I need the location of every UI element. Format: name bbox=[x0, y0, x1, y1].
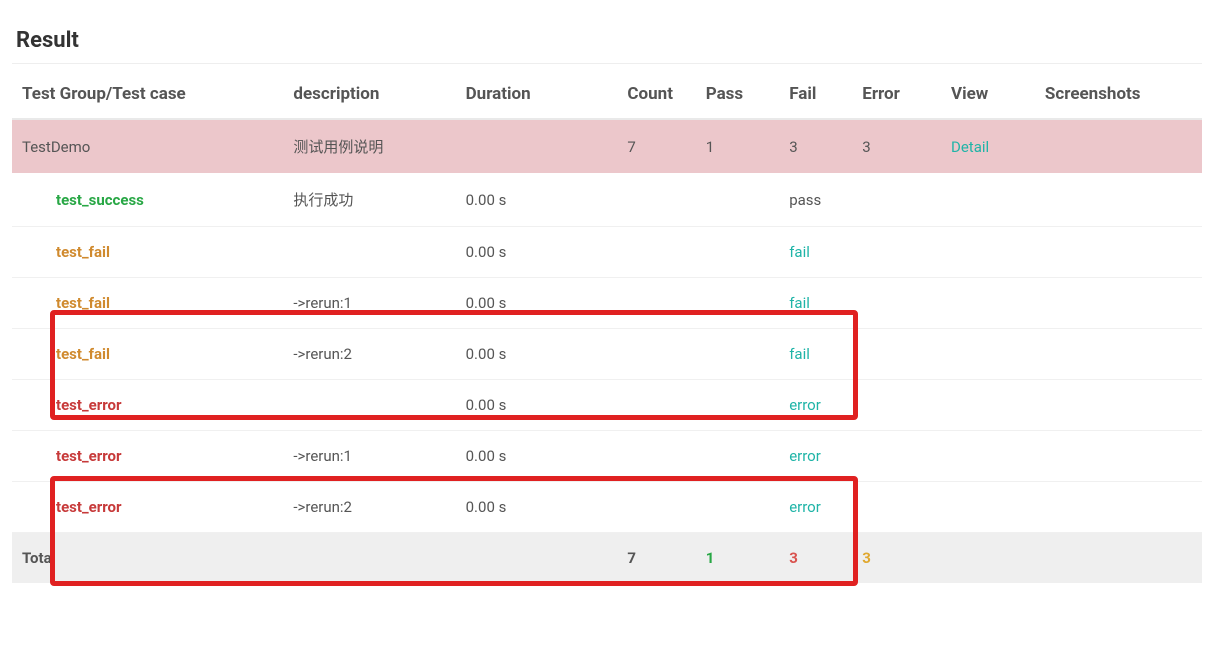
total-fail: 3 bbox=[779, 533, 852, 584]
th-screenshots: Screenshots bbox=[1035, 70, 1202, 119]
status-link[interactable]: fail bbox=[789, 294, 810, 312]
case-description: ->rerun:2 bbox=[283, 482, 455, 533]
th-description: description bbox=[283, 70, 455, 119]
total-count: 7 bbox=[617, 533, 695, 584]
case-duration: 0.00 s bbox=[456, 431, 618, 482]
case-name: test_error bbox=[12, 482, 283, 533]
case-status: fail bbox=[779, 278, 852, 329]
case-duration: 0.00 s bbox=[456, 380, 618, 431]
status-text: pass bbox=[789, 191, 821, 209]
status-link[interactable]: error bbox=[789, 447, 821, 465]
case-status: fail bbox=[779, 329, 852, 380]
case-name: test_fail bbox=[12, 227, 283, 278]
th-duration: Duration bbox=[456, 70, 618, 119]
divider bbox=[12, 63, 1202, 64]
detail-link[interactable]: Detail bbox=[951, 138, 989, 156]
status-link[interactable]: error bbox=[789, 396, 821, 414]
case-row: test_error 0.00 s error bbox=[12, 380, 1202, 431]
group-row: TestDemo 测试用例说明 7 1 3 3 Detail bbox=[12, 119, 1202, 173]
total-row: Total 7 1 3 3 bbox=[12, 533, 1202, 584]
case-duration: 0.00 s bbox=[456, 278, 618, 329]
th-fail: Fail bbox=[779, 70, 852, 119]
group-name: TestDemo bbox=[12, 119, 283, 173]
total-pass: 1 bbox=[696, 533, 780, 584]
status-link[interactable]: error bbox=[789, 498, 821, 516]
th-error: Error bbox=[852, 70, 941, 119]
case-status: pass bbox=[779, 173, 852, 227]
case-name: test_fail bbox=[12, 329, 283, 380]
case-status: error bbox=[779, 431, 852, 482]
group-description: 测试用例说明 bbox=[283, 119, 455, 173]
case-status: error bbox=[779, 482, 852, 533]
status-link[interactable]: fail bbox=[789, 243, 810, 261]
group-fail: 3 bbox=[779, 119, 852, 173]
case-row: test_fail->rerun:20.00 s fail bbox=[12, 329, 1202, 380]
th-name: Test Group/Test case bbox=[12, 70, 283, 119]
panel-title: Result bbox=[12, 28, 1202, 53]
th-view: View bbox=[941, 70, 1035, 119]
case-status: fail bbox=[779, 227, 852, 278]
th-count: Count bbox=[617, 70, 695, 119]
case-duration: 0.00 s bbox=[456, 227, 618, 278]
case-row: test_fail 0.00 s fail bbox=[12, 227, 1202, 278]
result-table: Test Group/Test case description Duratio… bbox=[12, 70, 1202, 583]
case-description bbox=[283, 380, 455, 431]
group-error: 3 bbox=[852, 119, 941, 173]
case-duration: 0.00 s bbox=[456, 329, 618, 380]
case-duration: 0.00 s bbox=[456, 482, 618, 533]
total-error: 3 bbox=[852, 533, 941, 584]
case-description: 执行成功 bbox=[283, 173, 455, 227]
table-header-row: Test Group/Test case description Duratio… bbox=[12, 70, 1202, 119]
group-duration bbox=[456, 119, 618, 173]
case-row: test_error->rerun:10.00 s error bbox=[12, 431, 1202, 482]
case-row: test_fail->rerun:10.00 s fail bbox=[12, 278, 1202, 329]
case-name: test_error bbox=[12, 431, 283, 482]
group-pass: 1 bbox=[696, 119, 780, 173]
case-row: test_error->rerun:20.00 s error bbox=[12, 482, 1202, 533]
group-screenshots bbox=[1035, 119, 1202, 173]
group-view: Detail bbox=[941, 119, 1035, 173]
case-description bbox=[283, 227, 455, 278]
status-link[interactable]: fail bbox=[789, 345, 810, 363]
result-panel: Result Test Group/Test case description … bbox=[12, 28, 1202, 583]
case-name: test_fail bbox=[12, 278, 283, 329]
group-count: 7 bbox=[617, 119, 695, 173]
case-row: test_success执行成功0.00 s pass bbox=[12, 173, 1202, 227]
case-description: ->rerun:1 bbox=[283, 278, 455, 329]
case-description: ->rerun:1 bbox=[283, 431, 455, 482]
th-pass: Pass bbox=[696, 70, 780, 119]
case-name: test_success bbox=[12, 173, 283, 227]
total-label: Total bbox=[12, 533, 283, 584]
case-description: ->rerun:2 bbox=[283, 329, 455, 380]
case-duration: 0.00 s bbox=[456, 173, 618, 227]
case-status: error bbox=[779, 380, 852, 431]
case-name: test_error bbox=[12, 380, 283, 431]
